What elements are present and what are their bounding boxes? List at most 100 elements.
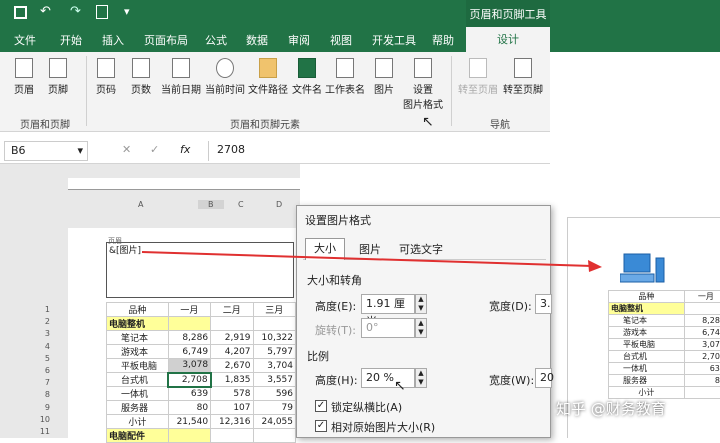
file-path-button[interactable]: 文件路径: [246, 58, 290, 96]
table-cell[interactable]: 一月: [168, 303, 210, 317]
tab-file[interactable]: 文件: [14, 32, 36, 48]
col-header[interactable]: B: [198, 200, 224, 209]
row-header[interactable]: 3: [36, 328, 50, 340]
lock-aspect-checkbox[interactable]: ✓: [315, 400, 327, 412]
table-cell[interactable]: 1,835: [211, 373, 253, 387]
row-header[interactable]: 9: [36, 402, 50, 414]
table-cell[interactable]: 4,207: [211, 345, 253, 359]
chevron-down-icon[interactable]: ▾: [77, 142, 83, 160]
current-time-button[interactable]: 当前时间: [201, 58, 249, 96]
tab-review[interactable]: 审阅: [288, 32, 310, 48]
table-cell[interactable]: 6,749: [168, 345, 210, 359]
scale-width-input[interactable]: 20: [535, 368, 552, 388]
page-count-button[interactable]: 页数: [121, 58, 161, 96]
table-cell[interactable]: 平板电脑: [107, 359, 169, 373]
goto-header-button[interactable]: 转至页眉: [456, 58, 500, 96]
page-number-button[interactable]: 页码: [86, 58, 126, 96]
table-cell[interactable]: 2,670: [211, 359, 253, 373]
table-cell[interactable]: [253, 317, 295, 331]
table-cell[interactable]: [211, 317, 253, 331]
format-picture-button[interactable]: 设置 图片格式: [400, 58, 446, 111]
goto-footer-button[interactable]: 转至页脚: [500, 58, 546, 96]
table-cell[interactable]: 服务器: [107, 401, 169, 415]
table-cell[interactable]: 电脑配件: [107, 429, 169, 443]
sheet-name-button[interactable]: 工作表名: [323, 58, 367, 96]
tab-view[interactable]: 视图: [330, 32, 352, 48]
scale-height-spinner[interactable]: ▲▼: [415, 368, 427, 388]
table-cell[interactable]: 三月: [253, 303, 295, 317]
current-date-button[interactable]: 当前日期: [157, 58, 205, 96]
tab-insert[interactable]: 插入: [102, 32, 124, 48]
table-cell[interactable]: 8,286: [168, 331, 210, 345]
sheet-name-label: 工作表名: [325, 85, 365, 96]
tab-data[interactable]: 数据: [246, 32, 268, 48]
row-header[interactable]: 6: [36, 365, 50, 377]
file-name-button[interactable]: 文件名: [287, 58, 327, 96]
table-cell[interactable]: 578: [211, 387, 253, 401]
enter-icon[interactable]: ✓: [150, 143, 159, 156]
table-cell[interactable]: 游戏本: [107, 345, 169, 359]
row-header[interactable]: 10: [36, 414, 50, 426]
table-cell[interactable]: 小计: [107, 415, 169, 429]
table-cell[interactable]: 596: [253, 387, 295, 401]
col-header[interactable]: A: [138, 200, 143, 209]
row-header[interactable]: 8: [36, 389, 50, 401]
undo-icon[interactable]: ↶: [40, 4, 51, 19]
row-header[interactable]: 11: [36, 426, 50, 438]
height-input[interactable]: 1.91 厘米: [361, 294, 415, 314]
table-cell[interactable]: 一体机: [107, 387, 169, 401]
table-cell[interactable]: [253, 429, 295, 443]
table-cell[interactable]: 79: [253, 401, 295, 415]
save-icon[interactable]: [14, 6, 27, 19]
formula-input[interactable]: 2708: [208, 141, 548, 161]
table-cell[interactable]: 3,704: [253, 359, 295, 373]
tab-help[interactable]: 帮助: [432, 32, 454, 48]
function-icon[interactable]: fx: [180, 143, 190, 156]
table-cell[interactable]: 品种: [107, 303, 169, 317]
tab-home[interactable]: 开始: [60, 32, 82, 48]
height-spinner[interactable]: ▲▼: [415, 294, 427, 314]
table-cell-selected[interactable]: 2,708: [168, 373, 210, 387]
table-cell[interactable]: 21,540: [168, 415, 210, 429]
cancel-icon[interactable]: ✕: [122, 143, 131, 156]
table-cell[interactable]: 80: [168, 401, 210, 415]
table-cell[interactable]: 3,557: [253, 373, 295, 387]
width-input[interactable]: 3.: [535, 294, 552, 314]
tab-formulas[interactable]: 公式: [205, 32, 227, 48]
table-cell[interactable]: 笔记本: [107, 331, 169, 345]
table-cell[interactable]: 电脑整机: [107, 317, 169, 331]
table-cell[interactable]: [211, 429, 253, 443]
row-header[interactable]: 7: [36, 377, 50, 389]
rotate-input[interactable]: 0°: [361, 318, 415, 338]
scale-height-input[interactable]: 20 %: [361, 368, 415, 388]
row-header[interactable]: 4: [36, 341, 50, 353]
table-cell[interactable]: 107: [211, 401, 253, 415]
table-cell[interactable]: 10,322: [253, 331, 295, 345]
redo-icon[interactable]: ↷: [70, 4, 81, 19]
picture-button[interactable]: 图片: [364, 58, 404, 96]
row-header[interactable]: 1: [36, 304, 50, 316]
table-cell[interactable]: 12,316: [211, 415, 253, 429]
table-cell[interactable]: 3,078: [168, 359, 210, 373]
customize-qat-icon[interactable]: ▾: [124, 5, 130, 18]
table-cell[interactable]: 2,919: [211, 331, 253, 345]
rotate-spinner[interactable]: ▲▼: [415, 318, 427, 338]
table-cell[interactable]: 二月: [211, 303, 253, 317]
tab-developer[interactable]: 开发工具: [372, 32, 416, 48]
col-header[interactable]: C: [238, 200, 244, 209]
table-cell[interactable]: 5,797: [253, 345, 295, 359]
table-cell[interactable]: 台式机: [107, 373, 169, 387]
table-cell[interactable]: 639: [168, 387, 210, 401]
tab-page-layout[interactable]: 页面布局: [144, 32, 188, 48]
quick-access-icon[interactable]: [96, 5, 108, 19]
table-cell[interactable]: [168, 317, 210, 331]
col-header[interactable]: D: [276, 200, 282, 209]
row-header[interactable]: 2: [36, 316, 50, 328]
tab-design[interactable]: 设计: [466, 27, 550, 52]
table-cell[interactable]: [168, 429, 210, 443]
name-box[interactable]: B6▾: [4, 141, 88, 161]
row-header[interactable]: 5: [36, 353, 50, 365]
table-cell[interactable]: 24,055: [253, 415, 295, 429]
relative-size-checkbox[interactable]: ✓: [315, 420, 327, 432]
footer-button[interactable]: 页脚: [38, 58, 78, 96]
